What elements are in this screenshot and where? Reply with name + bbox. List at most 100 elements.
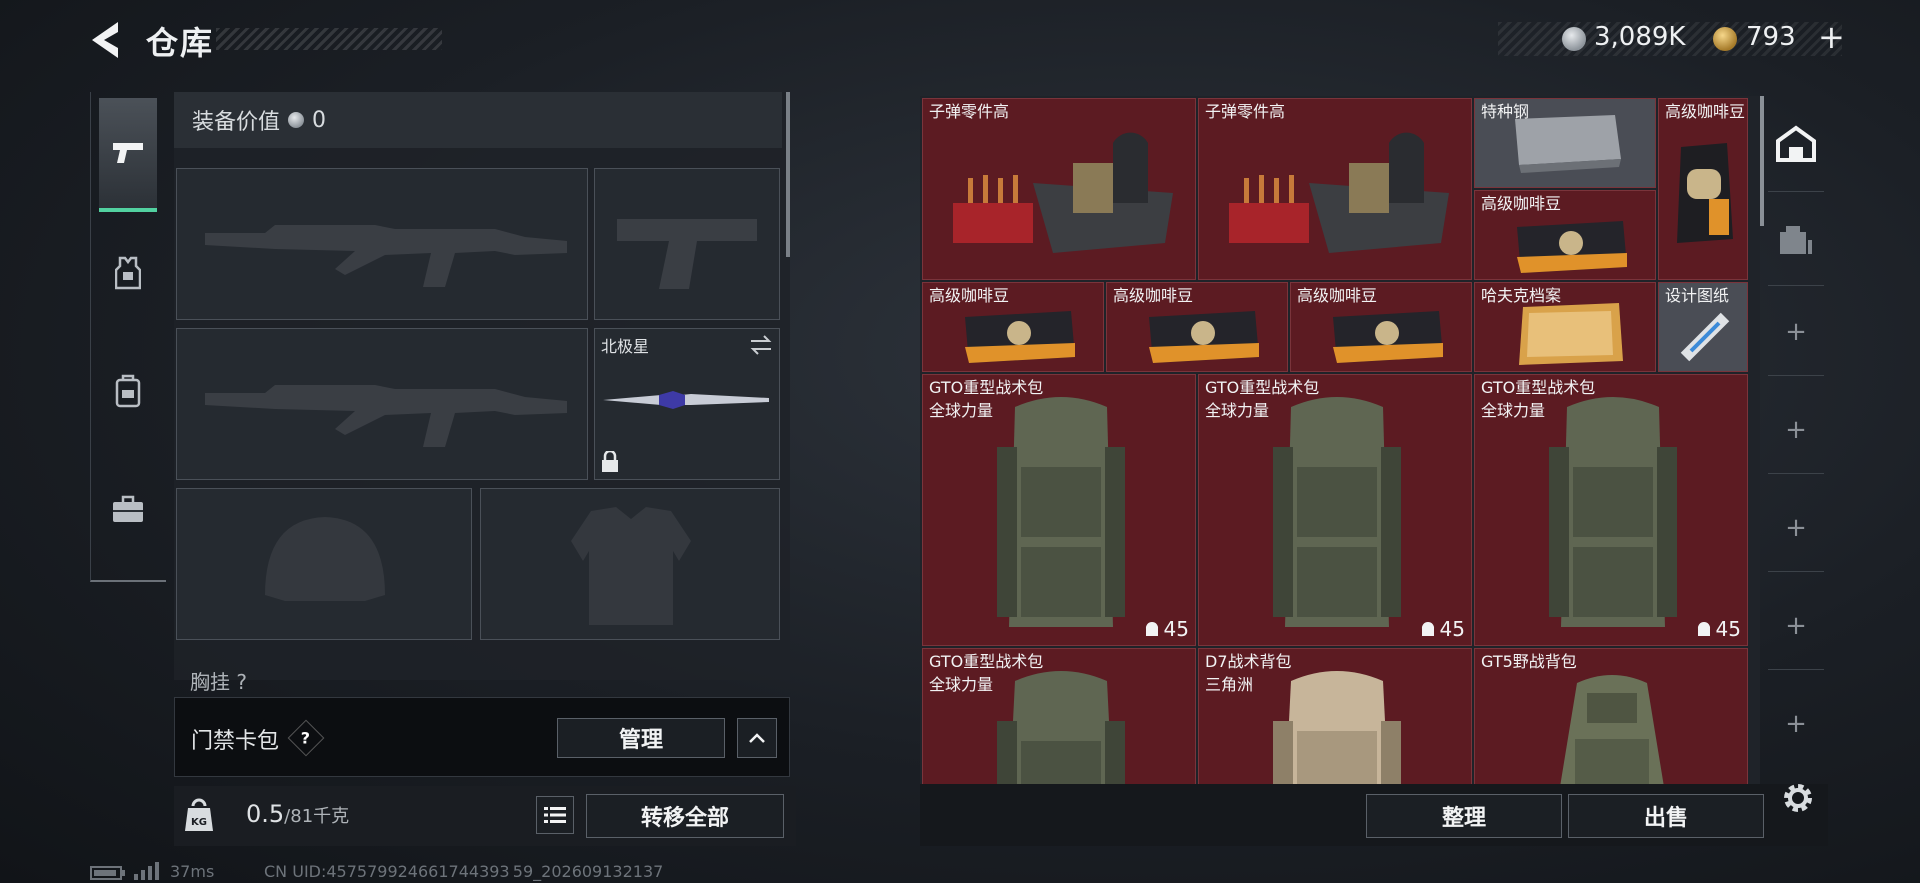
lock-icon (602, 451, 618, 472)
add-storage-slot[interactable]: + (1768, 386, 1824, 474)
add-storage-slot[interactable]: + (1768, 288, 1824, 376)
tab-backpack[interactable] (99, 334, 157, 448)
page-title: 仓库 (146, 24, 215, 62)
durability-readout: 45 (1420, 617, 1465, 641)
item-cell[interactable]: GTO重型战术包 全球力量 45 (1474, 374, 1748, 646)
item-cell[interactable]: GT5野战背包 (1474, 648, 1748, 784)
backpack-icon (115, 374, 141, 408)
uid-text: CN UID:457579924661744393 59_20260913213… (264, 862, 664, 881)
melee-name: 北极星 (601, 337, 650, 356)
kg-label: KG (191, 817, 207, 828)
add-currency-button[interactable]: + (1818, 18, 1845, 56)
transfer-all-button[interactable]: 转移全部 (586, 794, 784, 838)
durability-icon (1421, 621, 1434, 636)
sell-button[interactable]: 出售 (1568, 794, 1764, 838)
title-decoration (216, 28, 442, 50)
back-arrow-icon[interactable] (88, 18, 124, 62)
tab-weapons[interactable] (99, 98, 157, 212)
equipment-value: 0 (312, 107, 327, 133)
item-cell[interactable]: D7战术背包 三角洲 (1198, 648, 1472, 784)
backpack-icon (1273, 397, 1401, 627)
vest-icon (115, 256, 141, 290)
collapse-button[interactable] (737, 718, 777, 758)
chevron-up-icon (749, 733, 765, 743)
add-storage-slot[interactable]: + (1768, 582, 1824, 670)
item-cell[interactable]: 子弹零件高 (1198, 98, 1472, 280)
item-cell[interactable]: 哈夫克档案 (1474, 282, 1656, 372)
item-cell[interactable]: GTO重型战术包 全球力量 45 (922, 374, 1196, 646)
backpack-icon (997, 397, 1125, 627)
keycard-bag: 门禁卡包 ? 管理 (174, 697, 790, 777)
storage-tabs: + + + + + (1764, 96, 1828, 746)
vest-silhouette-icon (571, 507, 691, 625)
item-cell[interactable]: 高级咖啡豆 (922, 282, 1104, 372)
pistol-silhouette-icon (617, 219, 757, 289)
tab-tools[interactable] (99, 452, 157, 566)
ammo-parts-icon (1229, 132, 1449, 253)
coffee-bag-icon (1333, 311, 1443, 363)
category-tabs (90, 92, 166, 582)
helmet-slot[interactable] (176, 488, 472, 640)
item-cell[interactable]: 高级咖啡豆 (1106, 282, 1288, 372)
documents-icon (1519, 303, 1623, 365)
warehouse-icon (1776, 125, 1816, 162)
equipment-scrollbar[interactable] (786, 92, 790, 257)
coffee-bag-icon (1677, 143, 1733, 243)
durability-icon (1145, 621, 1158, 636)
add-storage-slot[interactable]: + (1768, 680, 1824, 768)
coffee-bag-icon (1517, 221, 1627, 273)
pistol-slot[interactable] (594, 168, 780, 320)
swap-icon[interactable] (749, 335, 773, 355)
tab-main-storage[interactable] (1768, 96, 1824, 192)
manage-button[interactable]: 管理 (557, 718, 725, 758)
equipment-value-label: 装备价值 (192, 110, 281, 135)
battery-icon (90, 866, 125, 880)
silver-coin-icon (1562, 27, 1586, 51)
list-icon (544, 807, 566, 823)
weight-unit: 千克 (313, 806, 350, 827)
backpack-icon (1560, 675, 1664, 784)
rifle-silhouette-icon (205, 385, 567, 447)
backpack-icon (997, 671, 1125, 784)
primary-weapon-slot[interactable] (176, 168, 588, 320)
tab-extra-storage[interactable] (1768, 194, 1824, 286)
coffee-bag-icon (1149, 311, 1259, 363)
toolbox-icon (113, 495, 143, 522)
ping-text: 37ms (170, 862, 215, 881)
durability-readout: 45 (1696, 617, 1741, 641)
keycard-title: 门禁卡包 (191, 729, 280, 754)
gold-coin-icon (1713, 27, 1737, 51)
weight-max: /81 (284, 806, 314, 827)
backpack-icon (1273, 671, 1401, 784)
secondary-weapon-slot[interactable] (176, 328, 588, 480)
settings-gear-icon[interactable] (1780, 780, 1816, 816)
helmet-silhouette-icon (265, 517, 385, 601)
item-cell[interactable]: 高级咖啡豆 (1474, 190, 1656, 280)
rifle-silhouette-icon (205, 225, 567, 287)
ammo-parts-icon (953, 132, 1173, 253)
silver-amount: 3,089K (1594, 22, 1686, 52)
item-cell[interactable]: 高级咖啡豆 (1290, 282, 1472, 372)
pistol-icon (113, 143, 143, 163)
signal-icon (134, 862, 159, 880)
tab-armor[interactable] (99, 216, 157, 330)
body-armor-slot[interactable] (480, 488, 780, 640)
item-cell[interactable]: 高级咖啡豆 (1658, 98, 1748, 280)
backpack-icon (1549, 397, 1677, 627)
list-view-button[interactable] (536, 796, 574, 834)
item-cell[interactable]: 设计图纸 (1658, 282, 1748, 372)
sort-button[interactable]: 整理 (1366, 794, 1562, 838)
add-storage-slot[interactable]: + (1768, 484, 1824, 572)
item-cell[interactable]: GTO重型战术包 全球力量 (922, 648, 1196, 784)
help-icon[interactable]: ? (287, 719, 325, 757)
item-cell[interactable]: 特种钢 (1474, 98, 1656, 188)
durability-readout: 45 (1144, 617, 1189, 641)
melee-slot[interactable]: 北极星 (594, 328, 780, 480)
knife-icon (603, 391, 769, 409)
stash-grid: 子弹零件高 子弹零件高 特种钢 高级咖啡豆 高级咖啡豆 高级咖啡豆 高级咖啡豆 … (920, 96, 1760, 784)
item-cell[interactable]: GTO重型战术包 全球力量 45 (1198, 374, 1472, 646)
weight-readout: 0.5/81千克 (246, 800, 349, 828)
crate-icon (1780, 225, 1812, 254)
item-cell[interactable]: 子弹零件高 (922, 98, 1196, 280)
gold-amount: 793 (1746, 22, 1796, 52)
